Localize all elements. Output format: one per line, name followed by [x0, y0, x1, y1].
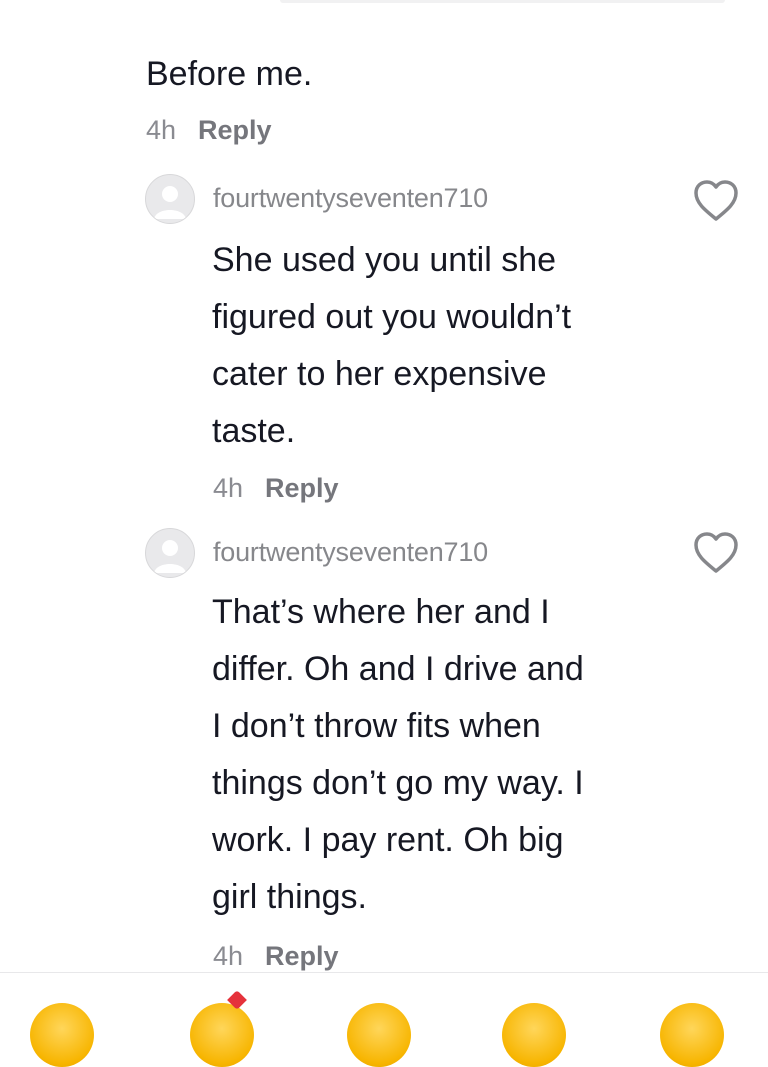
smiling-face-icon[interactable] [660, 1003, 724, 1067]
comment-time: 4h [146, 115, 177, 145]
emoji-bar-divider [0, 972, 768, 973]
comment-line: figured out you wouldn’t [212, 298, 572, 336]
reply-button[interactable]: Reply [265, 473, 339, 503]
comment-line: work. I pay rent. Oh big [212, 821, 564, 859]
avatar[interactable] [145, 174, 195, 224]
parent-comment-text: Before me. [146, 55, 313, 93]
comment-line: differ. Oh and I drive and [212, 650, 584, 688]
comment-time: 4h [213, 941, 244, 971]
comment-line: girl things. [212, 878, 367, 916]
reply-button[interactable]: Reply [198, 115, 272, 145]
like-heart-icon[interactable] [693, 532, 739, 574]
comment-line: She used you until she [212, 241, 557, 279]
smiling-face-icon[interactable] [30, 1003, 94, 1067]
comment-line: I don’t throw fits when [212, 707, 541, 745]
like-heart-icon[interactable] [693, 180, 739, 222]
comment-meta: 4h Reply [213, 472, 339, 504]
avatar[interactable] [145, 528, 195, 578]
comment-line: cater to her expensive [212, 355, 547, 393]
comment-line: That’s where her and I [212, 593, 550, 631]
comment-text: She used you until she figured out you w… [212, 232, 652, 460]
comment-line: things don’t go my way. I [212, 764, 584, 802]
comment-line: taste. [212, 412, 296, 450]
comment-meta: 4h Reply [213, 940, 339, 972]
grinning-face-icon[interactable] [502, 1003, 566, 1067]
reply-button[interactable]: Reply [265, 941, 339, 971]
default-avatar-icon [154, 186, 186, 219]
top-divider [280, 0, 725, 3]
default-avatar-icon [154, 540, 186, 573]
parent-comment-meta: 4h Reply [146, 114, 272, 146]
smiling-face-icon[interactable] [347, 1003, 411, 1067]
comment-username[interactable]: fourtwentyseventen710 [213, 182, 488, 214]
comment-time: 4h [213, 473, 244, 503]
face-with-hearts-icon[interactable] [190, 1003, 254, 1067]
comment-username[interactable]: fourtwentyseventen710 [213, 536, 488, 568]
comment-text: That’s where her and I differ. Oh and I … [212, 584, 652, 926]
